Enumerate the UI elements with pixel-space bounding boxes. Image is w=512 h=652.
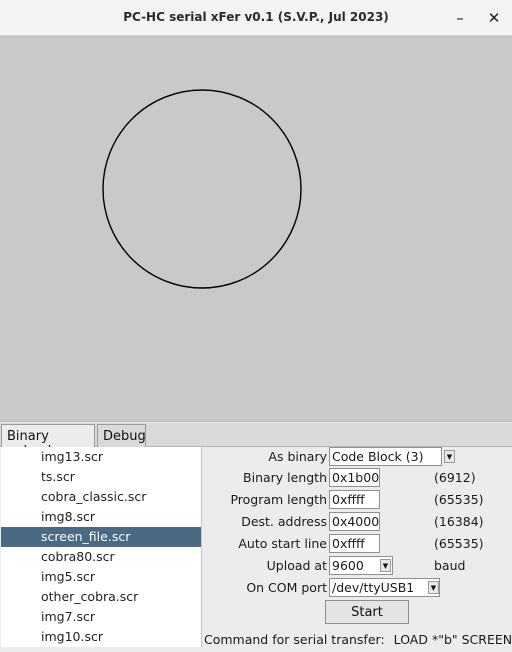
file-list-item[interactable]: ts.scr (1, 467, 201, 487)
start-button[interactable]: Start (325, 600, 409, 624)
preview-circle (102, 89, 302, 289)
auto-start-line-label: Auto start line (238, 536, 327, 551)
file-list-item[interactable]: cobra_classic.scr (1, 487, 201, 507)
file-list-item[interactable]: img10.scr (1, 627, 201, 647)
file-list-item[interactable]: other_cobra.scr (1, 587, 201, 607)
upload-settings: As binary Code Block (3) ▼ Binary length… (203, 447, 512, 652)
file-list-item[interactable]: img13.scr (1, 447, 201, 467)
baud-unit: baud (434, 558, 466, 573)
chevron-down-icon[interactable]: ▼ (428, 581, 439, 594)
window-title: PC-HC serial xFer v0.1 (S.V.P., Jul 2023… (123, 10, 389, 24)
program-length-label: Program length (230, 492, 327, 507)
file-list-item[interactable]: img5.scr (1, 567, 201, 587)
dest-address-row: Dest. address 0x4000 (16384) (203, 512, 512, 532)
file-list-item[interactable]: img8.scr (1, 507, 201, 527)
serial-command: Command for serial transfer: LOAD *"b" SC… (204, 632, 512, 647)
com-port-row: On COM port /dev/ttyUSB1 ▼ (203, 578, 512, 598)
tab-debug[interactable]: Debug (97, 424, 146, 447)
screen-preview (0, 36, 512, 422)
dest-address-label: Dest. address (241, 514, 327, 529)
tab-binary-upload[interactable]: Binary upload (1, 424, 95, 459)
binary-length-field[interactable]: 0x1b00 (329, 468, 380, 487)
file-list-item[interactable]: img7.scr (1, 607, 201, 627)
dest-address-decimal: (16384) (434, 514, 484, 529)
chevron-down-icon[interactable]: ▼ (380, 559, 391, 572)
file-list-item-selected[interactable]: screen_file.scr (1, 527, 201, 547)
close-icon[interactable]: ✕ (482, 6, 506, 30)
as-binary-label: As binary (268, 449, 327, 464)
auto-start-line-field[interactable]: 0xffff (329, 534, 380, 553)
serial-command-label: Command for serial transfer: (204, 632, 385, 647)
auto-start-line-decimal: (65535) (434, 536, 484, 551)
com-port-select[interactable]: /dev/ttyUSB1 (329, 578, 440, 597)
upload-at-label: Upload at (266, 558, 327, 573)
upload-at-row: Upload at 9600 ▼ baud (203, 556, 512, 576)
tab-bar: Binary upload Debug (0, 423, 512, 459)
chevron-down-icon[interactable]: ▼ (444, 450, 455, 463)
as-binary-row: As binary Code Block (3) ▼ (203, 447, 512, 467)
file-list[interactable]: img13.scr ts.scr cobra_classic.scr img8.… (1, 447, 202, 647)
as-binary-select[interactable]: Code Block (3) (329, 447, 442, 466)
file-list-item[interactable]: cobra80.scr (1, 547, 201, 567)
auto-start-line-row: Auto start line 0xffff (65535) (203, 534, 512, 554)
program-length-row: Program length 0xffff (65535) (203, 490, 512, 510)
preview-canvas (102, 89, 302, 289)
program-length-field[interactable]: 0xffff (329, 490, 380, 509)
binary-length-label: Binary length (243, 470, 327, 485)
com-port-label: On COM port (246, 580, 327, 595)
serial-command-value: LOAD *"b" SCREEN$ (393, 632, 512, 647)
program-length-decimal: (65535) (434, 492, 484, 507)
title-bar: PC-HC serial xFer v0.1 (S.V.P., Jul 2023… (0, 0, 512, 36)
dest-address-field[interactable]: 0x4000 (329, 512, 380, 531)
binary-length-decimal: (6912) (434, 470, 476, 485)
binary-length-row: Binary length 0x1b00 (6912) (203, 468, 512, 488)
minimize-icon[interactable]: – (448, 6, 472, 30)
